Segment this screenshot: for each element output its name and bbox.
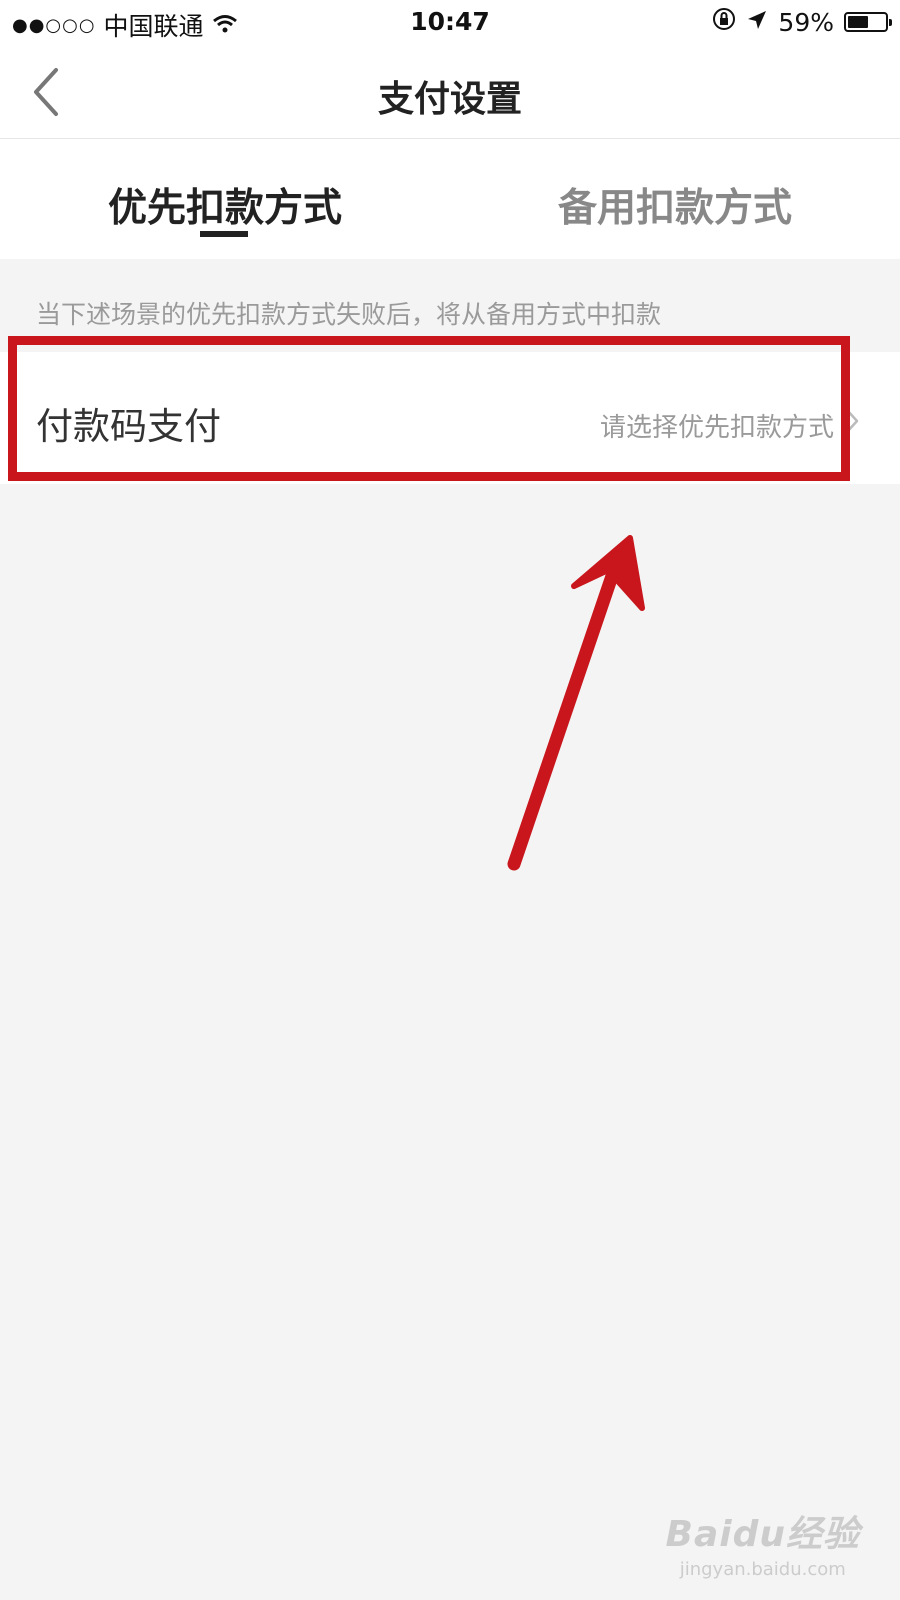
active-tab-indicator — [200, 231, 248, 237]
tab-primary-payment[interactable]: 优先扣款方式 — [108, 177, 342, 233]
watermark-brand: Baidu经验 — [665, 1514, 860, 1555]
battery-cap — [889, 19, 892, 26]
battery-percent: 59% — [778, 7, 834, 37]
tab-backup-payment[interactable]: 备用扣款方式 — [558, 177, 792, 233]
baidu-jingyan-watermark: Baidu经验 jingyan.baidu.com — [666, 1505, 860, 1580]
hint-text: 当下述场景的优先扣款方式失败后，将从备用方式中扣款 — [36, 300, 662, 329]
page-title: 支付设置 — [377, 79, 522, 120]
tab-bar: 优先扣款方式 备用扣款方式 — [0, 139, 900, 259]
chevron-right-icon — [845, 408, 859, 434]
watermark-url: jingyan.baidu.com — [679, 1559, 846, 1580]
battery-icon — [844, 12, 892, 32]
status-bar: ●●○○○ 中国联通 10:47 59% — [0, 0, 900, 46]
setting-row-label: 付款码支付 — [36, 405, 221, 448]
payment-code-setting-row[interactable]: 付款码支付 请选择优先扣款方式 — [0, 352, 900, 484]
navigation-bar: 支付设置 — [0, 46, 900, 139]
location-arrow-icon — [746, 8, 768, 37]
status-right: 59% — [712, 7, 892, 37]
setting-row-value: 请选择优先扣款方式 — [599, 413, 834, 443]
rotation-lock-icon — [712, 7, 736, 37]
battery-level — [848, 16, 868, 28]
